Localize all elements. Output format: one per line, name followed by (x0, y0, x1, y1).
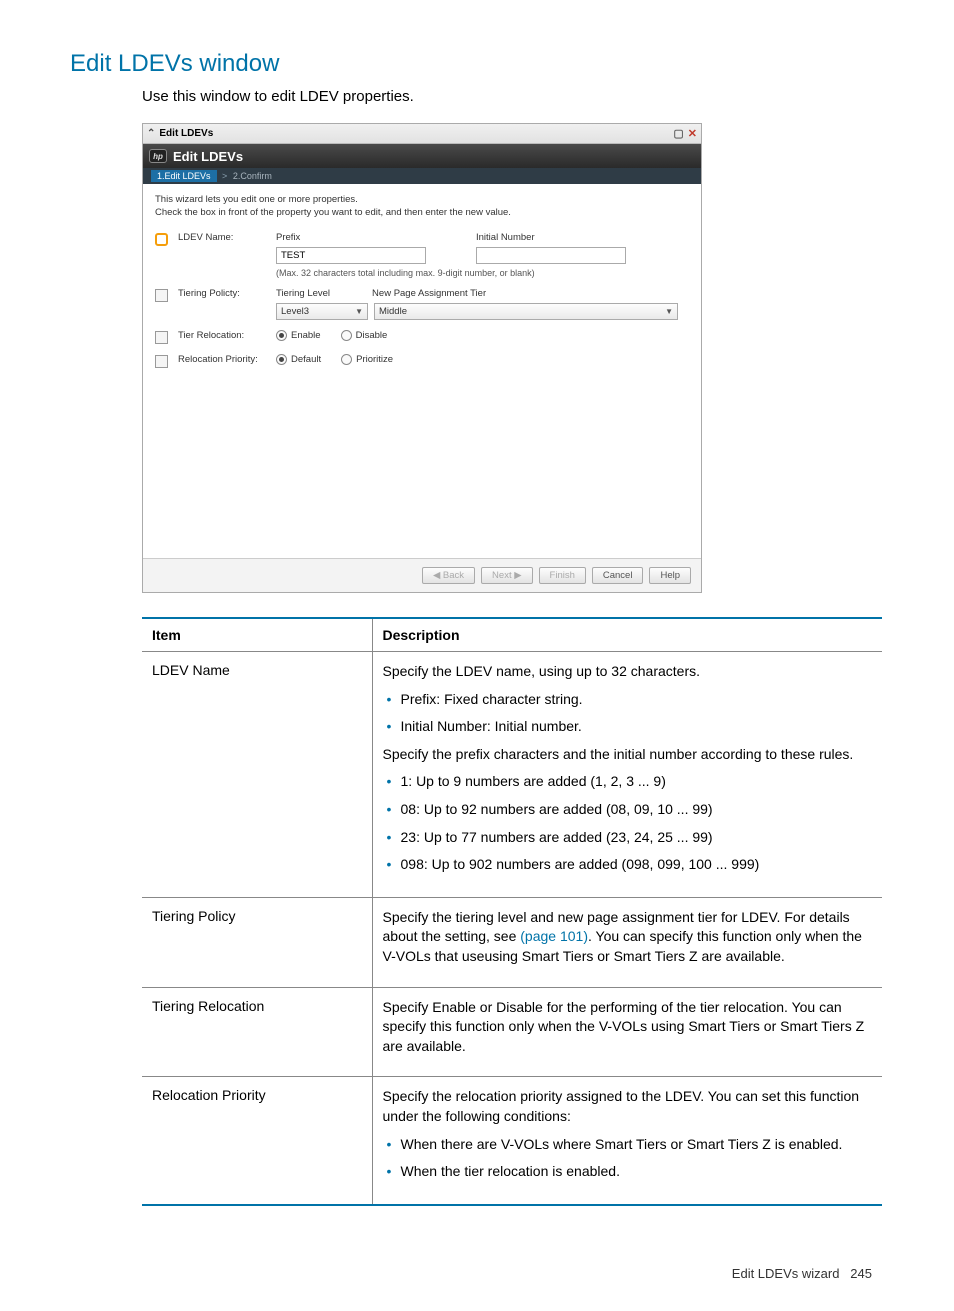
next-button[interactable]: Next ▶ (481, 567, 532, 584)
page-title: Edit LDEVs window (70, 50, 884, 78)
radio-dot-icon (341, 330, 352, 341)
list-item: 1: Up to 9 numbers are added (1, 2, 3 ..… (383, 772, 873, 792)
ldev-name-hint: (Max. 32 characters total including max.… (276, 268, 689, 278)
list-item: Prefix: Fixed character string. (383, 690, 873, 710)
breadcrumb-step1[interactable]: 1.Edit LDEVs (151, 170, 217, 182)
list-item: 23: Up to 77 numbers are added (23, 24, … (383, 828, 873, 848)
edit-ldevs-window: ⌃ Edit LDEVs ▢ ✕ hp Edit LDEVs 1.Edit LD… (142, 123, 702, 593)
window-header-title: Edit LDEVs (173, 149, 243, 164)
radio-enable-label: Enable (291, 330, 321, 341)
cancel-button[interactable]: Cancel (592, 567, 644, 584)
tiering-policy-label: Tiering Policty: (178, 288, 276, 299)
tier-relocation-label: Tier Relocation: (178, 330, 276, 341)
chevron-down-icon: ▼ (665, 307, 673, 316)
desc-cell: Specify the LDEV name, using up to 32 ch… (372, 652, 882, 898)
radio-disable-label: Disable (356, 330, 388, 341)
prefix-input[interactable] (276, 247, 426, 264)
description-table: Item Description LDEV Name Specify the L… (142, 617, 882, 1206)
newpage-tier-select[interactable]: Middle ▼ (374, 303, 678, 320)
th-desc: Description (372, 618, 882, 652)
item-cell: Tiering Policy (142, 897, 372, 987)
table-row: Tiering Policy Specify the tiering level… (142, 897, 882, 987)
breadcrumb-step2[interactable]: 2.Confirm (233, 171, 272, 181)
relocation-prioritize-radio[interactable]: Prioritize (341, 354, 393, 365)
tier-relocation-checkbox[interactable] (155, 331, 168, 344)
page-subtitle: Use this window to edit LDEV properties. (142, 88, 884, 105)
page-footer: Edit LDEVs wizard 245 (70, 1266, 884, 1281)
intro-line2: Check the box in front of the property y… (155, 207, 689, 218)
field-tier-relocation: Tier Relocation: Enable Disable (155, 330, 689, 344)
prefix-label: Prefix (276, 232, 426, 243)
ldev-name-checkbox[interactable] (155, 233, 168, 246)
tiering-level-select[interactable]: Level3 ▼ (276, 303, 368, 320)
newpage-tier-value: Middle (379, 306, 407, 317)
field-tiering-policy: Tiering Policty: Tiering Level New Page … (155, 288, 689, 320)
collapse-icon[interactable]: ⌃ (147, 128, 155, 139)
list-item: When there are V-VOLs where Smart Tiers … (383, 1135, 873, 1155)
help-button[interactable]: Help (649, 567, 691, 584)
radio-dot-icon (276, 354, 287, 365)
desc-para: Specify Enable or Disable for the perfor… (383, 998, 873, 1057)
relocation-priority-checkbox[interactable] (155, 355, 168, 368)
window-title-small: Edit LDEVs (159, 128, 673, 139)
tiering-level-label: Tiering Level (276, 288, 330, 299)
list-item: 08: Up to 92 numbers are added (08, 09, … (383, 800, 873, 820)
list-item: When the tier relocation is enabled. (383, 1162, 873, 1182)
table-row: LDEV Name Specify the LDEV name, using u… (142, 652, 882, 898)
hp-logo-icon: hp (149, 149, 167, 163)
radio-prioritize-label: Prioritize (356, 354, 393, 365)
list-item: 098: Up to 902 numbers are added (098, 0… (383, 855, 873, 875)
relocation-priority-label: Relocation Priority: (178, 354, 276, 365)
th-item: Item (142, 618, 372, 652)
item-cell: LDEV Name (142, 652, 372, 898)
newpage-label: New Page Assignment Tier (372, 288, 486, 299)
tier-relocation-enable-radio[interactable]: Enable (276, 330, 321, 341)
page-link[interactable]: (page 101) (520, 928, 588, 944)
breadcrumb: 1.Edit LDEVs > 2.Confirm (143, 168, 701, 184)
window-titlebar: ⌃ Edit LDEVs ▢ ✕ (143, 124, 701, 144)
tiering-policy-checkbox[interactable] (155, 289, 168, 302)
desc-para: Specify the prefix characters and the in… (383, 745, 873, 765)
restore-icon[interactable]: ▢ (673, 127, 683, 140)
radio-dot-icon (341, 354, 352, 365)
intro-line1: This wizard lets you edit one or more pr… (155, 194, 689, 205)
initnum-label: Initial Number (476, 232, 626, 243)
radio-default-label: Default (291, 354, 321, 365)
footer-text: Edit LDEVs wizard (732, 1266, 840, 1281)
desc-cell: Specify the tiering level and new page a… (372, 897, 882, 987)
table-row: Tiering Relocation Specify Enable or Dis… (142, 987, 882, 1077)
table-row: Relocation Priority Specify the relocati… (142, 1077, 882, 1205)
desc-cell: Specify Enable or Disable for the perfor… (372, 987, 882, 1077)
button-bar: ◀ Back Next ▶ Finish Cancel Help (143, 558, 701, 592)
field-relocation-priority: Relocation Priority: Default Prioritize (155, 354, 689, 368)
close-icon[interactable]: ✕ (688, 127, 697, 140)
wizard-body: This wizard lets you edit one or more pr… (143, 184, 701, 558)
tier-relocation-disable-radio[interactable]: Disable (341, 330, 388, 341)
radio-dot-icon (276, 330, 287, 341)
desc-para: Specify the LDEV name, using up to 32 ch… (383, 662, 873, 682)
item-cell: Relocation Priority (142, 1077, 372, 1205)
relocation-default-radio[interactable]: Default (276, 354, 321, 365)
footer-page: 245 (850, 1266, 872, 1281)
desc-cell: Specify the relocation priority assigned… (372, 1077, 882, 1205)
ldev-name-label: LDEV Name: (178, 232, 276, 243)
list-item: Initial Number: Initial number. (383, 717, 873, 737)
item-cell: Tiering Relocation (142, 987, 372, 1077)
back-button[interactable]: ◀ Back (422, 567, 475, 584)
window-header: hp Edit LDEVs (143, 144, 701, 168)
desc-para: Specify the relocation priority assigned… (383, 1087, 873, 1126)
field-ldev-name: LDEV Name: Prefix Initial Number (Max. 3… (155, 232, 689, 278)
breadcrumb-sep: > (219, 171, 230, 181)
initnum-input[interactable] (476, 247, 626, 264)
chevron-down-icon: ▼ (355, 307, 363, 316)
tiering-level-value: Level3 (281, 306, 309, 317)
finish-button[interactable]: Finish (539, 567, 586, 584)
